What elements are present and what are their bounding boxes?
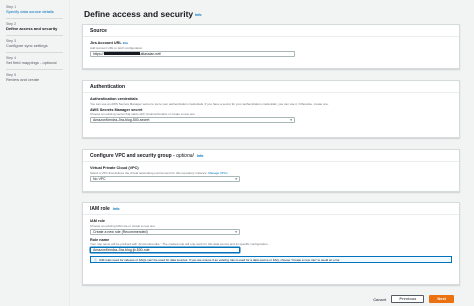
- secret-select[interactable]: AmazonKendra-Jira-blog-500-secret ▾: [90, 117, 295, 123]
- iam-header: IAM role Info: [83, 203, 459, 215]
- redacted-block: [103, 52, 140, 56]
- iam-role-description: Choose an existing IAM role or create a …: [90, 223, 156, 228]
- role-name-description: Your role name will be prefixed with 'Am…: [90, 242, 269, 246]
- page-title: Define access and security Info: [84, 9, 202, 19]
- chevron-down-icon: ▾: [235, 176, 237, 181]
- jira-url-label-text: Jira Account URL: [90, 41, 122, 45]
- secret-description: Choose an existing secret that starts wi…: [90, 112, 196, 116]
- page-title-text: Define access and security: [84, 9, 194, 19]
- vpc-info-link[interactable]: Info: [197, 154, 203, 158]
- jira-url-input[interactable]: https:// .atlassian.net/: [90, 50, 295, 57]
- iam-role-select[interactable]: Create a new role (Recommended) ▾: [90, 228, 240, 235]
- vpc-panel: Configure VPC and security group - optio…: [82, 149, 460, 192]
- wizard-footer: Cancel Previous Next: [373, 295, 454, 303]
- vpc-description-text: Select a VPC that defines the virtual ne…: [90, 170, 208, 175]
- vpc-description: Select a VPC that defines the virtual ne…: [90, 171, 452, 175]
- iam-info-link[interactable]: Info: [113, 207, 119, 211]
- step-2: Step 2 Define access and security: [0, 22, 69, 31]
- main-content: Define access and security Info Source Ji…: [77, 0, 467, 306]
- step-label[interactable]: Specify data source details: [6, 9, 69, 14]
- step-label: Define access and security: [6, 26, 58, 31]
- step-5: Step 5 Review and create: [0, 73, 69, 82]
- chevron-down-icon: ▾: [235, 229, 237, 234]
- vpc-value: No VPC: [93, 176, 106, 181]
- role-name-value: AmazonKendra-Jira-blog-jb-500-role: [93, 248, 150, 252]
- step-label: Configure sync settings: [6, 43, 48, 48]
- previous-button[interactable]: Previous: [391, 295, 425, 303]
- vpc-header-text: Configure VPC and security group -: [90, 153, 175, 159]
- step-3: Step 3 Configure sync settings: [0, 39, 69, 48]
- iam-alert-text: IAM roles used for indexes or FAQs can't…: [99, 258, 341, 262]
- step-label: Review and create: [6, 77, 40, 82]
- chevron-down-icon: ▾: [290, 118, 292, 122]
- step-divider: [6, 35, 63, 36]
- step-4: Step 4 Set field mappings - optional: [0, 56, 69, 65]
- authentication-header: Authentication: [83, 81, 459, 93]
- iam-info-alert: ⓘ IAM roles used for indexes or FAQs can'…: [90, 256, 452, 263]
- next-button[interactable]: Next: [429, 295, 454, 303]
- vpc-header-optional: optional: [176, 153, 194, 159]
- vpc-select[interactable]: No VPC ▾: [90, 175, 240, 182]
- step-divider: [6, 52, 63, 53]
- credentials-description: You can use an AWS Secrets Manager secre…: [90, 101, 329, 106]
- source-header: Source: [83, 25, 459, 37]
- secret-value: AmazonKendra-Jira-blog-500-secret: [93, 118, 150, 122]
- step-divider: [6, 18, 63, 19]
- authentication-panel: Authentication Authentication credential…: [82, 80, 460, 138]
- step-divider: [6, 69, 63, 70]
- url-suffix: .atlassian.net/: [139, 51, 162, 56]
- role-name-input[interactable]: AmazonKendra-Jira-blog-jb-500-role: [90, 247, 240, 253]
- cancel-button[interactable]: Cancel: [373, 297, 386, 302]
- source-panel: Source Jira Account URL Info Add Account…: [82, 24, 460, 69]
- url-prefix: https://: [93, 51, 104, 56]
- iam-header-text: IAM role: [90, 206, 110, 212]
- wizard-steps-sidebar: Step 1 Specify data source details Step …: [0, 0, 70, 306]
- step-1[interactable]: Step 1 Specify data source details: [0, 5, 69, 14]
- vpc-header: Configure VPC and security group - optio…: [83, 150, 459, 162]
- manage-vpcs-link[interactable]: Manage VPCs: [208, 171, 227, 175]
- step-label: Set field mappings - optional: [6, 60, 57, 65]
- iam-role-value: Create a new role (Recommended): [93, 229, 148, 234]
- page-info-link[interactable]: Info: [195, 13, 201, 17]
- jira-url-description: Add Account URL to fetch configuration: [90, 45, 143, 50]
- iam-panel: IAM role Info IAM role Choose an existin…: [82, 202, 460, 285]
- jira-url-info-link[interactable]: Info: [123, 41, 129, 45]
- info-icon: ⓘ: [94, 258, 98, 262]
